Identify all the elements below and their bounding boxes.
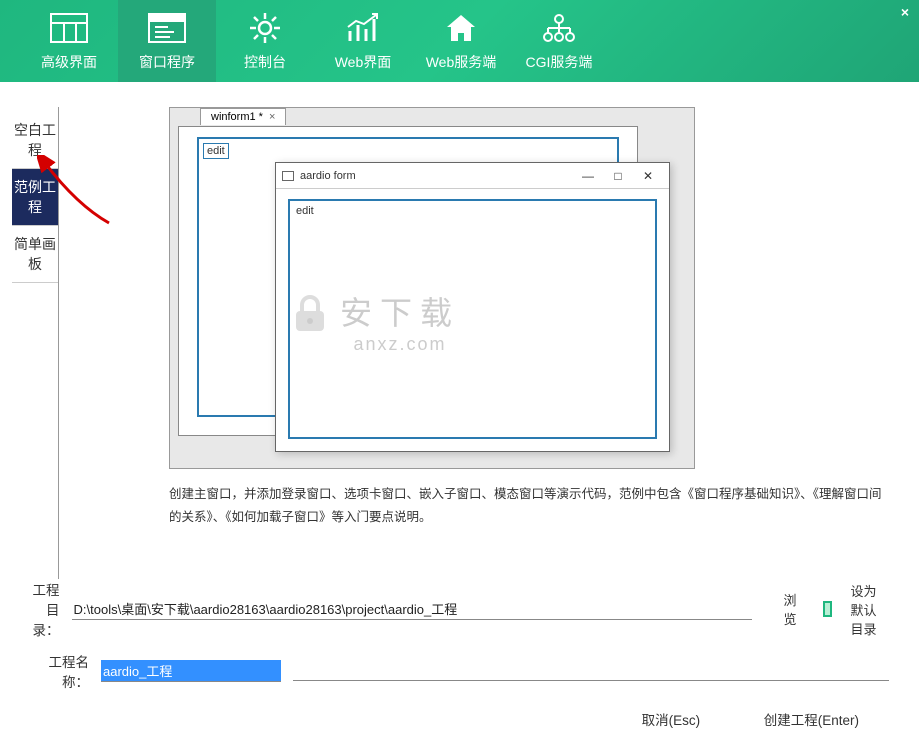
window-icon [147,10,187,46]
preview-front-edit: edit [296,205,314,217]
nav-cgi-server[interactable]: CGI服务端 [510,0,608,82]
main-area: 空白工程 范例工程 简单画板 winform1 * × edit aardio … [0,82,919,579]
preview-tab-label: winform1 * [211,111,263,123]
preview-tab: winform1 * × [200,108,286,125]
nav-label: 窗口程序 [139,52,195,72]
project-dir-input[interactable] [72,598,752,620]
project-dir-label: 工程目录： [25,579,60,639]
default-dir-checkbox[interactable] [823,601,833,617]
default-dir-label: 设为默认目录 [850,581,889,638]
preview-titlebar: aardio form — □ ✕ [276,163,669,189]
nav-console[interactable]: 控制台 [216,0,314,82]
minimize-icon: — [573,169,603,183]
project-name-label: 工程名称： [25,651,89,691]
window-close-icon[interactable]: × [901,4,909,20]
gear-icon [245,10,285,46]
maximize-icon: □ [603,169,633,183]
preview-back-edit: edit [203,143,229,159]
template-sidebar: 空白工程 范例工程 简单画板 [12,107,59,579]
sidebar-item-blank[interactable]: 空白工程 [12,112,58,169]
input-underline [293,661,889,681]
sidebar-item-example[interactable]: 范例工程 [12,169,58,226]
close-icon: ✕ [633,169,663,183]
sidebar-item-canvas[interactable]: 简单画板 [12,226,58,283]
cancel-button[interactable]: 取消(Esc) [642,709,701,729]
nav-advanced-ui[interactable]: 高级界面 [20,0,118,82]
nav-label: Web服务端 [426,52,497,72]
header-toolbar: × 高级界面 窗口程序 控制台 Web界面 Web服务端 CGI服务端 [0,0,919,82]
nav-web-server[interactable]: Web服务端 [412,0,510,82]
browse-button[interactable]: 浏览 [784,590,797,628]
nav-label: 高级界面 [41,52,97,72]
preview-front-window: aardio form — □ ✕ edit [275,162,670,452]
nav-window-program[interactable]: 窗口程序 [118,0,216,82]
preview-window-title: aardio form [300,170,356,182]
nav-web-ui[interactable]: Web界面 [314,0,412,82]
close-icon: × [269,111,275,123]
chart-icon [343,10,383,46]
nav-label: CGI服务端 [526,52,593,72]
window-icon [282,171,294,181]
layout-icon [49,10,89,46]
network-icon [539,10,579,46]
footer-form: 工程目录： 浏览 设为默认目录 工程名称： 取消(Esc) 创建工程(Enter… [0,579,919,729]
template-description: 创建主窗口，并添加登录窗口、选项卡窗口、嵌入子窗口、模态窗口等演示代码，范例中包… [169,483,889,528]
nav-label: Web界面 [335,52,392,72]
preview-thumbnail: winform1 * × edit aardio form — □ ✕ e [169,107,695,469]
home-icon [441,10,481,46]
content-area: winform1 * × edit aardio form — □ ✕ e [59,107,919,579]
create-project-button[interactable]: 创建工程(Enter) [764,709,859,729]
nav-label: 控制台 [244,52,286,72]
